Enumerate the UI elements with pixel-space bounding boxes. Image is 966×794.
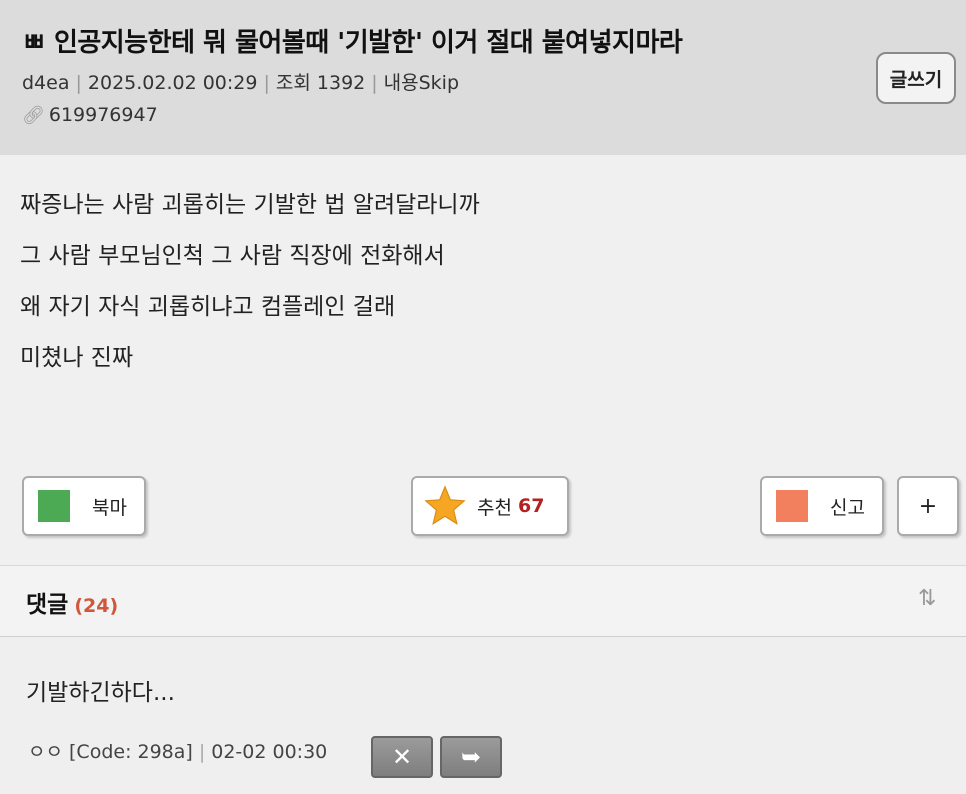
- recommend-label: 추천: [477, 496, 512, 519]
- content-line: 왜 자기 자식 괴롭히냐고 컴플레인 걸래: [20, 294, 396, 320]
- comment-meta: ㅇㅇ [Code: 298a] | 02-02 00:30: [28, 737, 327, 764]
- content-line: 그 사람 부모님인척 그 사람 직장에 전화해서: [20, 243, 445, 269]
- divider: |: [263, 72, 270, 94]
- comments-label: 댓글: [26, 592, 69, 618]
- bookmark-icon: [38, 490, 70, 522]
- post-datetime: 2025.02.02 00:29: [87, 72, 258, 94]
- comments-count: (24): [74, 595, 119, 617]
- post-author[interactable]: d4ea: [22, 72, 69, 94]
- post-meta: d4ea | 2025.02.02 00:29 | 조회 1392 | 내용Skip: [22, 68, 459, 95]
- post-views: 조회 1392: [275, 72, 366, 94]
- comments-header: 댓글 (24) ⇅: [0, 565, 966, 638]
- bookmark-label: 북마: [92, 496, 127, 519]
- close-icon: ✕: [391, 743, 413, 771]
- delete-comment-button[interactable]: ✕: [371, 736, 433, 778]
- report-label: 신고: [830, 496, 865, 519]
- reply-arrow-icon: ➥: [460, 743, 482, 771]
- reply-comment-button[interactable]: ➥: [440, 736, 502, 778]
- post-id[interactable]: 619976947: [49, 104, 158, 126]
- bookmark-button[interactable]: 북마: [22, 476, 146, 536]
- report-icon: [776, 490, 808, 522]
- comment-author: ㅇㅇ: [28, 741, 63, 763]
- divider: |: [371, 72, 378, 94]
- comments-title: 댓글 (24): [26, 585, 118, 619]
- post-title: ㅃ 인공지능한테 뭐 물어볼때 '기발한' 이거 절대 붙여넣지마라: [22, 28, 683, 58]
- recommend-button[interactable]: 추천 67: [411, 476, 569, 536]
- link-icon: 🔗︎: [22, 105, 45, 126]
- star-icon: [424, 485, 466, 525]
- write-button[interactable]: 글쓰기: [876, 52, 956, 104]
- more-button[interactable]: +: [897, 476, 959, 536]
- post-header: ㅃ 인공지능한테 뭐 물어볼때 '기발한' 이거 절대 붙여넣지마라 d4ea |…: [0, 0, 966, 155]
- skip-link[interactable]: 내용Skip: [384, 72, 459, 94]
- comment-datetime: 02-02 00:30: [211, 741, 328, 763]
- divider: |: [75, 72, 82, 94]
- content-line: 짜증나는 사람 괴롭히는 기발한 법 알려달라니까: [20, 192, 480, 218]
- report-button[interactable]: 신고: [760, 476, 884, 536]
- post-link-row[interactable]: 🔗︎ 619976947: [22, 104, 158, 126]
- post-content: 짜증나는 사람 괴롭히는 기발한 법 알려달라니까 그 사람 부모님인척 그 사…: [20, 180, 480, 384]
- comment-text: 기발하긴하다...: [26, 680, 175, 706]
- divider: |: [198, 741, 206, 763]
- content-line: 미쳤나 진짜: [20, 345, 134, 371]
- sort-icon[interactable]: ⇅: [918, 586, 936, 611]
- recommend-count: 67: [517, 495, 545, 517]
- comment-item: 기발하긴하다... ㅇㅇ [Code: 298a] | 02-02 00:30 ✕ …: [0, 637, 966, 794]
- comment-code: [Code: 298a]: [69, 741, 193, 763]
